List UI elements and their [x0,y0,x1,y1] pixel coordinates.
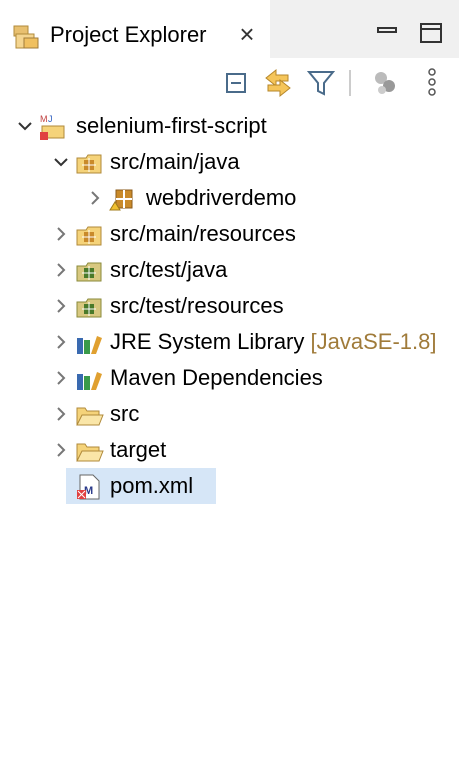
tree-item-src[interactable]: src [0,396,459,432]
tree-item-src-test-resources[interactable]: src/test/resources [0,288,459,324]
tree-item-maven-dependencies[interactable]: Maven Dependencies [0,360,459,396]
tree-item-src-main-resources[interactable]: src/main/resources [0,216,459,252]
tree-item-src-test-java[interactable]: src/test/java [0,252,459,288]
project-explorer-icon [12,24,44,52]
tree-item-target[interactable]: target [0,432,459,468]
test-source-folder-icon [74,292,104,322]
view-menu-icon[interactable] [422,64,442,100]
package-icon [108,184,138,214]
close-icon[interactable]: × [234,20,260,48]
tree-item-label: JRE System Library [JavaSE-1.8] [110,329,436,355]
tree-item-jre-system-library[interactable]: JRE System Library [JavaSE-1.8] [0,324,459,360]
source-folder-icon [74,148,104,178]
library-decoration: [JavaSE-1.8] [310,329,437,354]
library-icon [74,364,104,394]
maven-project-icon: MJ [38,112,68,142]
library-name: JRE System Library [110,329,305,354]
chevron-right-icon[interactable] [52,258,70,282]
tree-item-selenium-first-script[interactable]: MJ selenium-first-script [0,108,459,144]
tree-item-label: pom.xml [110,473,194,498]
tree-item-label: src/main/resources [110,221,296,246]
chevron-right-icon[interactable] [52,402,70,426]
chevron-right-icon[interactable] [52,330,70,354]
chevron-right-icon[interactable] [52,438,70,462]
tab-project-explorer[interactable]: Project Explorer × [0,0,270,64]
link-with-editor-icon[interactable] [262,64,294,100]
tree-item-label: selenium-first-script [76,113,267,138]
svg-text:J: J [48,114,53,124]
tree-item-webdriverdemo[interactable]: webdriverdemo [0,180,459,216]
folder-open-icon [74,400,104,430]
tree-item-label: webdriverdemo [146,185,297,210]
chevron-down-icon[interactable] [52,150,70,174]
tree-item-src-main-java[interactable]: src/main/java [0,144,459,180]
tab-title: Project Explorer [50,22,207,47]
tree-item-label: target [110,437,167,462]
tree-item-label: src/test/resources [110,293,284,318]
chevron-right-icon[interactable] [86,186,104,210]
collapse-all-icon[interactable] [224,64,250,100]
chevron-down-icon[interactable] [16,114,34,138]
tree-item-label: src/test/java [110,257,228,282]
toolbar-separator [348,64,352,100]
pom-file-icon: M [74,472,104,502]
chevron-right-icon[interactable] [52,294,70,318]
source-folder-icon [74,220,104,250]
tree-item-label: src [110,401,140,426]
maximize-icon[interactable] [418,20,444,46]
svg-text:M: M [40,114,48,124]
minimize-icon[interactable] [374,20,400,46]
library-icon [74,328,104,358]
chevron-right-icon[interactable] [52,222,70,246]
test-source-folder-icon [74,256,104,286]
tree-item-label: src/main/java [110,149,240,174]
focus-on-active-task-icon[interactable] [372,64,400,100]
filter-icon[interactable] [306,64,336,100]
folder-open-icon [74,436,104,466]
tree-item-pom-xml[interactable]: M pom.xml [66,468,216,504]
chevron-right-icon[interactable] [52,366,70,390]
tree-item-label: Maven Dependencies [110,365,323,390]
